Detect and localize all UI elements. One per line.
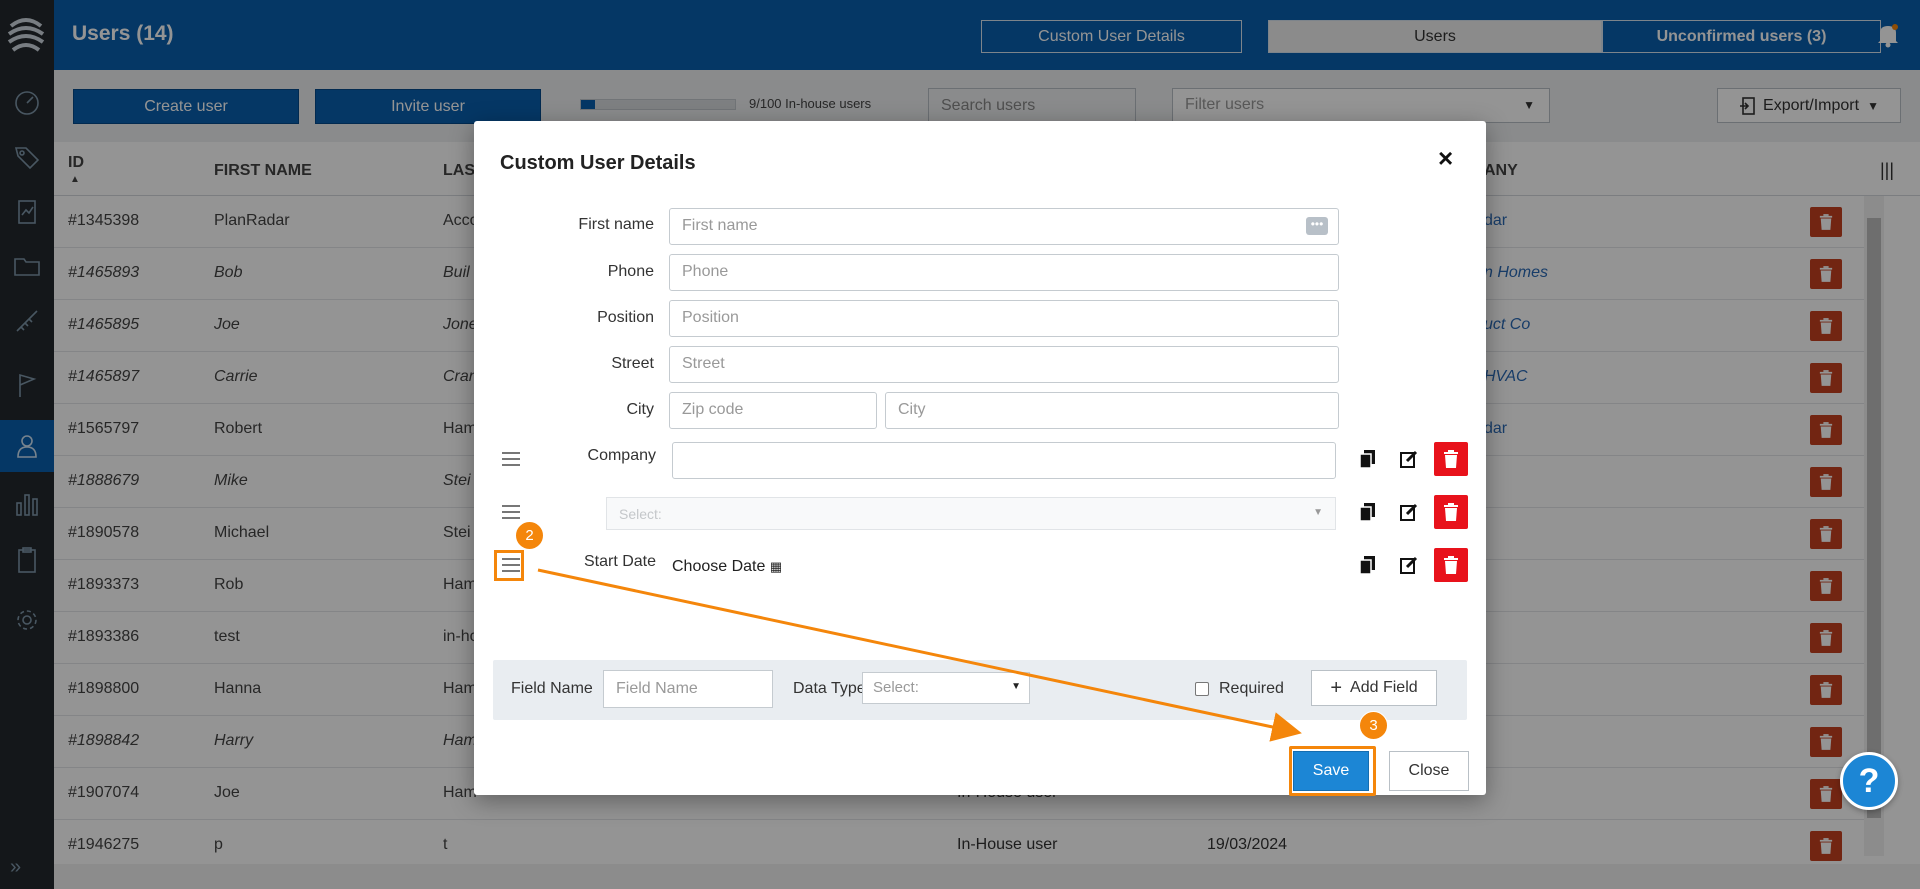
tutorial-arrow: [537, 568, 1302, 742]
step-3-badge: 3: [1359, 711, 1388, 740]
step-2-badge: 2: [515, 521, 544, 550]
help-button[interactable]: ?: [1840, 752, 1898, 810]
